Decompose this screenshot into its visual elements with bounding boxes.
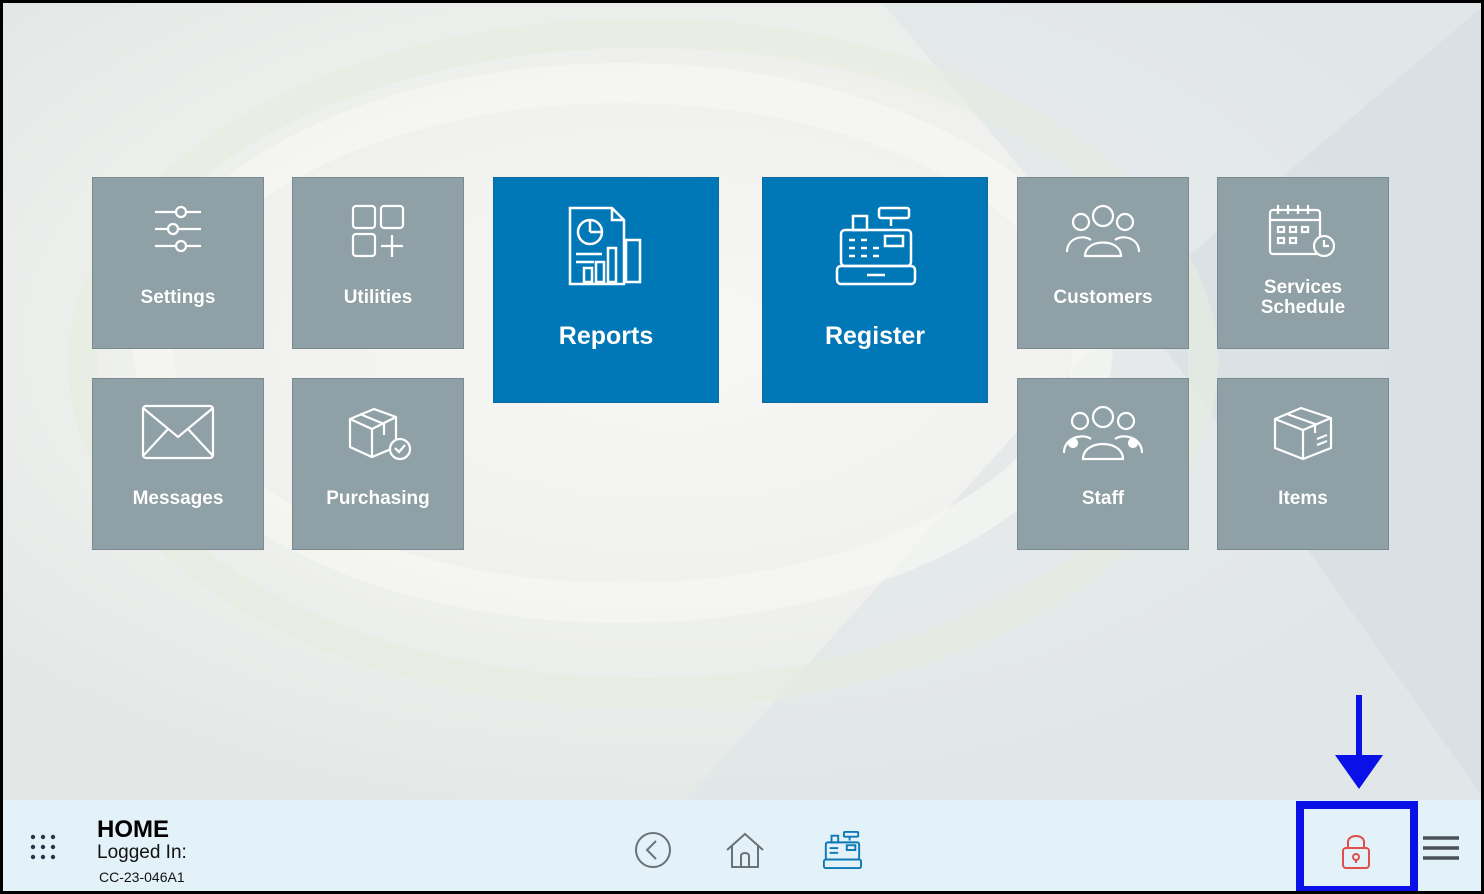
report-chart-icon <box>494 204 718 288</box>
purchasing-label: Purchasing <box>326 488 430 509</box>
cash-register-icon <box>763 204 987 288</box>
cash-register-icon <box>822 830 862 870</box>
home-icon <box>726 832 764 868</box>
app-window: Settings Utilities Reports Register Cust… <box>0 0 1484 894</box>
services-schedule-label: Services Schedule <box>1218 278 1388 318</box>
purchasing-tile[interactable]: Purchasing <box>292 378 464 550</box>
utilities-tile[interactable]: Utilities <box>292 177 464 349</box>
apps-grid-icon[interactable] <box>29 833 59 863</box>
services-schedule-line1: Services <box>1263 277 1343 298</box>
annotation-arrow-icon <box>1335 695 1383 789</box>
customers-tile[interactable]: Customers <box>1017 177 1189 349</box>
home-button[interactable] <box>723 828 767 872</box>
items-label: Items <box>1278 488 1328 509</box>
customers-group-icon <box>1018 202 1188 260</box>
envelope-icon <box>93 403 263 461</box>
settings-label: Settings <box>140 287 216 308</box>
package-check-icon <box>293 403 463 463</box>
register-tile[interactable]: Register <box>762 177 988 403</box>
messages-label: Messages <box>132 488 224 509</box>
calendar-clock-icon <box>1218 202 1388 260</box>
settings-tile[interactable]: Settings <box>92 177 264 349</box>
bottom-status-bar: HOME Logged In: CC-23-046A1 <box>3 800 1481 891</box>
station-id: CC-23-046A1 <box>99 869 185 885</box>
page-title: HOME <box>97 816 169 843</box>
customers-label: Customers <box>1053 287 1153 308</box>
reports-label: Reports <box>558 322 654 350</box>
staff-label: Staff <box>1081 488 1125 509</box>
sliders-icon <box>93 202 263 256</box>
register-label: Register <box>824 322 926 350</box>
logged-in-label: Logged In: <box>97 842 187 863</box>
box-icon <box>1218 403 1388 463</box>
annotation-highlight-box <box>1296 801 1418 891</box>
services-schedule-tile[interactable]: Services Schedule <box>1217 177 1389 349</box>
back-button[interactable] <box>631 828 675 872</box>
hamburger-menu-icon[interactable] <box>1421 834 1461 864</box>
services-schedule-line2: Schedule <box>1260 297 1346 318</box>
back-circle-icon <box>635 832 671 868</box>
add-apps-icon <box>293 202 463 260</box>
staff-tile[interactable]: Staff <box>1017 378 1189 550</box>
register-shortcut-button[interactable] <box>820 828 864 872</box>
items-tile[interactable]: Items <box>1217 378 1389 550</box>
utilities-label: Utilities <box>343 287 413 308</box>
reports-tile[interactable]: Reports <box>493 177 719 403</box>
staff-group-icon <box>1018 403 1188 463</box>
messages-tile[interactable]: Messages <box>92 378 264 550</box>
